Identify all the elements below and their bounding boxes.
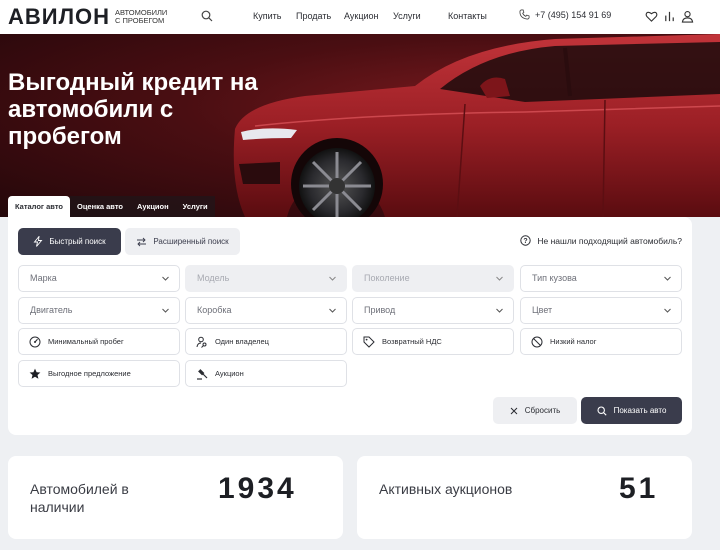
logo-subtitle: АВТОМОБИЛИ С ПРОБЕГОМ	[115, 8, 168, 25]
stat-cars-label: Автомобилей в наличии	[30, 481, 129, 515]
tab-auction[interactable]: Аукцион	[129, 196, 176, 217]
generation-select[interactable]: Поколение	[352, 265, 514, 292]
stat-auctions-label: Активных аукционов	[379, 481, 513, 497]
quick-search-button[interactable]: Быстрый поиск	[18, 228, 121, 255]
generation-select-label: Поколение	[364, 273, 410, 283]
show-cars-button-label: Показать авто	[613, 406, 667, 415]
chip-one-owner[interactable]: Один владелец	[185, 328, 347, 355]
brand-select-label: Марка	[30, 273, 57, 283]
advanced-search-label: Расширенный поиск	[153, 237, 229, 246]
compare-icon[interactable]	[663, 10, 676, 23]
drive-select[interactable]: Привод	[352, 297, 514, 324]
model-select-label: Модель	[197, 273, 230, 283]
chevron-down-icon	[162, 308, 169, 313]
arrows-icon	[137, 237, 147, 246]
color-select[interactable]: Цвет	[520, 297, 682, 324]
drive-select-label: Привод	[364, 305, 396, 315]
tab-services[interactable]: Услуги	[175, 196, 215, 217]
user-icon[interactable]	[681, 10, 694, 23]
tab-valuation[interactable]: Оценка авто	[69, 196, 130, 217]
search-icon	[597, 405, 607, 416]
gauge-icon	[29, 336, 41, 347]
star-icon	[29, 368, 41, 379]
stat-auctions-value: 51	[619, 472, 659, 505]
engine-select[interactable]: Двигатель	[18, 297, 180, 324]
stat-cars-available: Автомобилей в наличии 1934	[8, 456, 343, 539]
chip-vat-refund-label: Возвратный НДС	[382, 337, 442, 346]
chevron-down-icon	[329, 308, 336, 313]
phone-link[interactable]: +7 (495) 154 91 69	[519, 9, 611, 20]
nav-sell[interactable]: Продать	[296, 11, 331, 21]
search-icon[interactable]	[201, 10, 213, 22]
hero-title: Выгодный кредит на автомобили с пробегом	[8, 69, 258, 150]
chip-best-offer-label: Выгодное предложение	[48, 369, 131, 378]
help-text: Не нашли подходящий автомобиль?	[537, 235, 682, 246]
reset-button-label: Сбросить	[524, 406, 561, 415]
chip-min-mileage-label: Минимальный пробег	[48, 337, 124, 346]
gearbox-select-label: Коробка	[197, 305, 232, 315]
chevron-down-icon	[162, 276, 169, 281]
stat-cars-value: 1934	[218, 472, 297, 505]
chip-min-mileage[interactable]: Минимальный пробег	[18, 328, 180, 355]
phone-icon	[519, 9, 530, 20]
question-icon: ?	[520, 235, 532, 246]
chevron-down-icon	[664, 308, 671, 313]
person-key-icon	[196, 336, 207, 348]
body-type-select-label: Тип кузова	[532, 273, 577, 283]
quick-search-label: Быстрый поиск	[49, 237, 106, 246]
reset-button[interactable]: Сбросить	[493, 397, 577, 424]
site-header: АВИЛОН АВТОМОБИЛИ С ПРОБЕГОМ Купить Прод…	[0, 0, 720, 34]
nav-contacts[interactable]: Контакты	[448, 11, 487, 21]
chip-vat-refund[interactable]: Возвратный НДС	[352, 328, 514, 355]
car-image	[233, 34, 720, 217]
chip-best-offer[interactable]: Выгодное предложение	[18, 360, 180, 387]
tag-icon	[363, 336, 375, 348]
heart-icon[interactable]	[645, 10, 658, 23]
model-select[interactable]: Модель	[185, 265, 347, 292]
nav-auction[interactable]: Аукцион	[344, 11, 379, 21]
hero-banner[interactable]: Выгодный кредит на автомобили с пробегом	[0, 34, 720, 217]
chip-low-tax[interactable]: Низкий налог	[520, 328, 682, 355]
gearbox-select[interactable]: Коробка	[185, 297, 347, 324]
nav-services[interactable]: Услуги	[393, 11, 421, 21]
tab-catalog[interactable]: Каталог авто	[8, 196, 70, 217]
help-link[interactable]: ? Не нашли подходящий автомобиль?	[520, 235, 682, 246]
body-type-select[interactable]: Тип кузова	[520, 265, 682, 292]
engine-select-label: Двигатель	[30, 305, 73, 315]
chevron-down-icon	[496, 276, 503, 281]
catalog-tabs: Каталог авто Оценка авто Аукцион Услуги	[8, 196, 215, 217]
advanced-search-button[interactable]: Расширенный поиск	[125, 228, 240, 255]
search-panel: Быстрый поиск Расширенный поиск ? Не наш…	[8, 217, 692, 435]
color-select-label: Цвет	[532, 305, 553, 315]
chevron-down-icon	[496, 308, 503, 313]
no-percent-icon	[531, 336, 543, 347]
phone-number: +7 (495) 154 91 69	[535, 9, 612, 20]
svg-text:?: ?	[524, 238, 528, 245]
chip-low-tax-label: Низкий налог	[550, 337, 597, 346]
logo-text: АВИЛОН	[8, 4, 111, 29]
brand-select[interactable]: Марка	[18, 265, 180, 292]
logo[interactable]: АВИЛОН АВТОМОБИЛИ С ПРОБЕГОМ	[8, 4, 171, 30]
chevron-down-icon	[664, 276, 671, 281]
close-icon	[510, 407, 518, 414]
gavel-icon	[197, 368, 208, 380]
stat-active-auctions: Активных аукционов 51	[357, 456, 692, 539]
chevron-down-icon	[329, 276, 336, 281]
chip-one-owner-label: Один владелец	[215, 337, 269, 346]
show-cars-button[interactable]: Показать авто	[581, 397, 682, 424]
chip-auction[interactable]: Аукцион	[185, 360, 347, 387]
nav-buy[interactable]: Купить	[253, 11, 281, 21]
bolt-icon	[33, 236, 43, 247]
chip-auction-label: Аукцион	[215, 369, 244, 378]
